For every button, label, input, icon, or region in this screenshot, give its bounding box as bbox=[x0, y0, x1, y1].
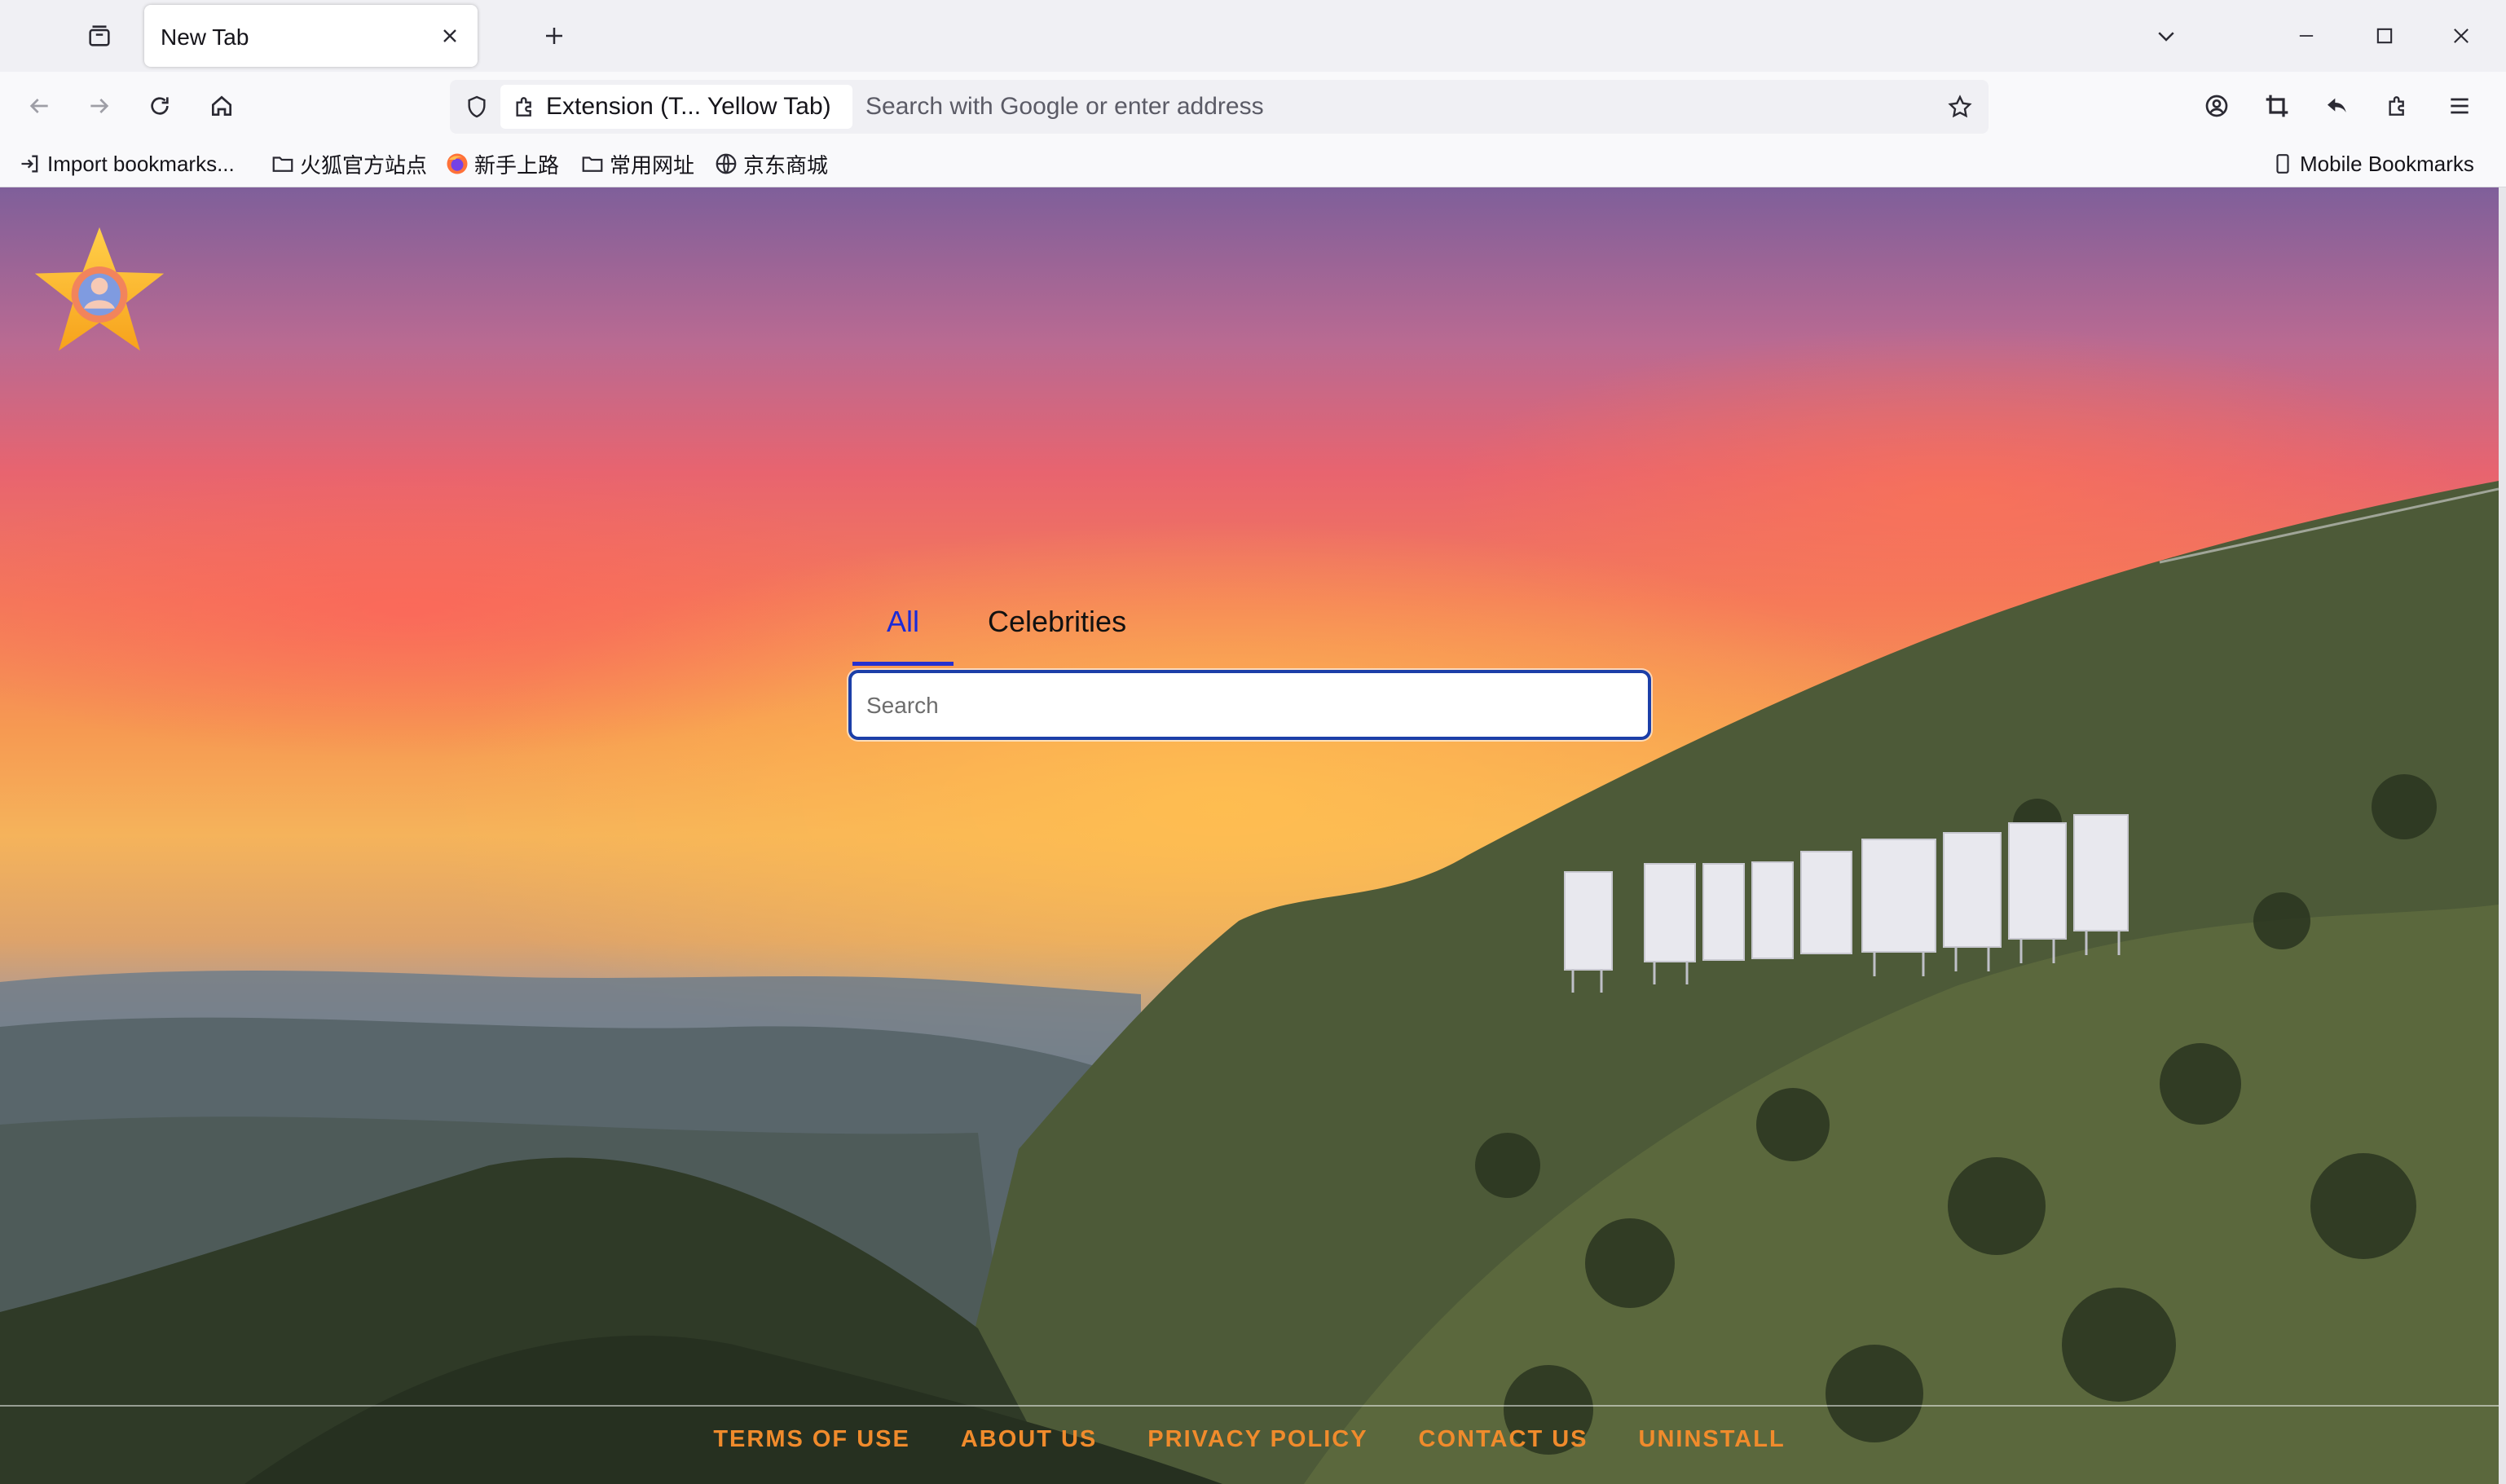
search-box[interactable] bbox=[848, 670, 1651, 740]
minimize-button[interactable] bbox=[2284, 15, 2329, 57]
firefox-view-button[interactable] bbox=[73, 15, 126, 57]
list-all-tabs-button[interactable] bbox=[2143, 15, 2189, 57]
arrow-left-icon bbox=[29, 99, 48, 113]
new-tab-button[interactable] bbox=[533, 15, 575, 57]
footer-links: TERMS OF USE ABOUT US PRIVACY POLICY CON… bbox=[0, 1426, 2499, 1467]
bookmark-getting-started[interactable]: 新手上路 bbox=[445, 148, 559, 179]
close-window-button[interactable] bbox=[2438, 15, 2484, 57]
phone-icon bbox=[2270, 152, 2295, 176]
tab-title: New Tab bbox=[161, 24, 249, 50]
bookmark-label: 常用网址 bbox=[610, 152, 695, 178]
undo-icon bbox=[2328, 98, 2346, 112]
navigation-toolbar: Extension (T... Yellow Tab) Search with … bbox=[0, 72, 2506, 140]
footer-divider bbox=[0, 1405, 2499, 1407]
forward-button[interactable] bbox=[78, 85, 121, 127]
account-button[interactable] bbox=[2196, 85, 2238, 127]
firefox-icon bbox=[445, 152, 469, 176]
tab-strip: New Tab bbox=[0, 0, 2506, 72]
search-category-tabs: All Celebrities bbox=[852, 599, 1178, 666]
bookmark-label: 京东商城 bbox=[743, 152, 829, 178]
bookmark-label: Import bookmarks... bbox=[47, 151, 235, 176]
app-menu-button[interactable] bbox=[2438, 85, 2481, 127]
close-icon bbox=[2454, 29, 2469, 43]
yellow-tab-logo[interactable] bbox=[28, 222, 171, 362]
extension-label: Extension (T... Yellow Tab) bbox=[546, 93, 831, 120]
bookmark-jd[interactable]: 京东商城 bbox=[714, 148, 828, 179]
arrow-right-icon bbox=[90, 99, 109, 113]
folder-icon bbox=[580, 152, 605, 176]
bookmark-label: 火狐官方站点 bbox=[300, 152, 428, 178]
bookmark-star-button[interactable] bbox=[1940, 86, 1980, 127]
shield-icon bbox=[468, 95, 486, 118]
home-icon bbox=[212, 95, 231, 116]
screenshot-button[interactable] bbox=[2256, 85, 2298, 127]
hamburger-icon bbox=[2451, 98, 2469, 114]
about-us-link[interactable]: ABOUT US bbox=[961, 1426, 1097, 1467]
close-tab-icon[interactable] bbox=[438, 24, 461, 47]
mobile-bookmarks-label: Mobile Bookmarks bbox=[2300, 151, 2474, 176]
url-input[interactable]: Search with Google or enter address bbox=[865, 93, 1264, 121]
minimize-icon bbox=[2299, 35, 2314, 37]
folder-icon bbox=[271, 152, 295, 176]
maximize-button[interactable] bbox=[2362, 15, 2407, 57]
tracking-protection-button[interactable] bbox=[456, 86, 497, 127]
firefox-view-icon bbox=[89, 25, 110, 46]
globe-icon bbox=[714, 152, 738, 176]
bookmark-folder-firefox-official[interactable]: 火狐官方站点 bbox=[271, 148, 427, 179]
tab-celebrities[interactable]: Celebrities bbox=[988, 599, 1126, 666]
plus-icon bbox=[546, 28, 562, 44]
new-tab-page: All Celebrities TERMS OF USE ABOUT US PR… bbox=[0, 187, 2499, 1484]
puzzle-icon bbox=[512, 93, 540, 121]
url-bar[interactable]: Extension (T... Yellow Tab) Search with … bbox=[450, 80, 1989, 134]
undo-button[interactable] bbox=[2316, 85, 2358, 127]
privacy-policy-link[interactable]: PRIVACY POLICY bbox=[1147, 1426, 1368, 1467]
tab-all[interactable]: All bbox=[852, 599, 954, 666]
reload-button[interactable] bbox=[139, 85, 181, 127]
hollywood-hills-background bbox=[0, 481, 2499, 1484]
crop-icon bbox=[2266, 95, 2288, 117]
chevron-down-icon bbox=[2158, 32, 2174, 42]
bookmarks-toolbar: Import bookmarks... 火狐官方站点 新手上路 常用网址 京东商… bbox=[0, 140, 2506, 187]
search-input[interactable] bbox=[866, 688, 1632, 724]
account-icon bbox=[2205, 95, 2228, 117]
extension-identity-chip[interactable]: Extension (T... Yellow Tab) bbox=[500, 85, 852, 129]
import-icon bbox=[18, 152, 42, 176]
contact-us-link[interactable]: CONTACT US bbox=[1419, 1426, 1588, 1467]
star-icon bbox=[1948, 95, 1972, 118]
star-logo-icon bbox=[34, 227, 165, 351]
back-button[interactable] bbox=[18, 85, 60, 127]
bookmark-folder-common-sites[interactable]: 常用网址 bbox=[580, 148, 694, 179]
uninstall-link[interactable]: UNINSTALL bbox=[1639, 1426, 1786, 1467]
page-scrollbar[interactable] bbox=[2499, 187, 2506, 1484]
puzzle-icon bbox=[2389, 96, 2404, 116]
extensions-button[interactable] bbox=[2376, 85, 2419, 127]
bookmark-label: 新手上路 bbox=[474, 152, 560, 178]
home-button[interactable] bbox=[200, 85, 243, 127]
maximize-icon bbox=[2376, 28, 2393, 44]
reload-icon bbox=[151, 97, 169, 115]
bookmark-import[interactable]: Import bookmarks... bbox=[18, 148, 235, 179]
mobile-bookmarks[interactable]: Mobile Bookmarks bbox=[2270, 148, 2474, 179]
tab-new-tab[interactable]: New Tab bbox=[144, 5, 478, 67]
terms-of-use-link[interactable]: TERMS OF USE bbox=[713, 1426, 910, 1467]
